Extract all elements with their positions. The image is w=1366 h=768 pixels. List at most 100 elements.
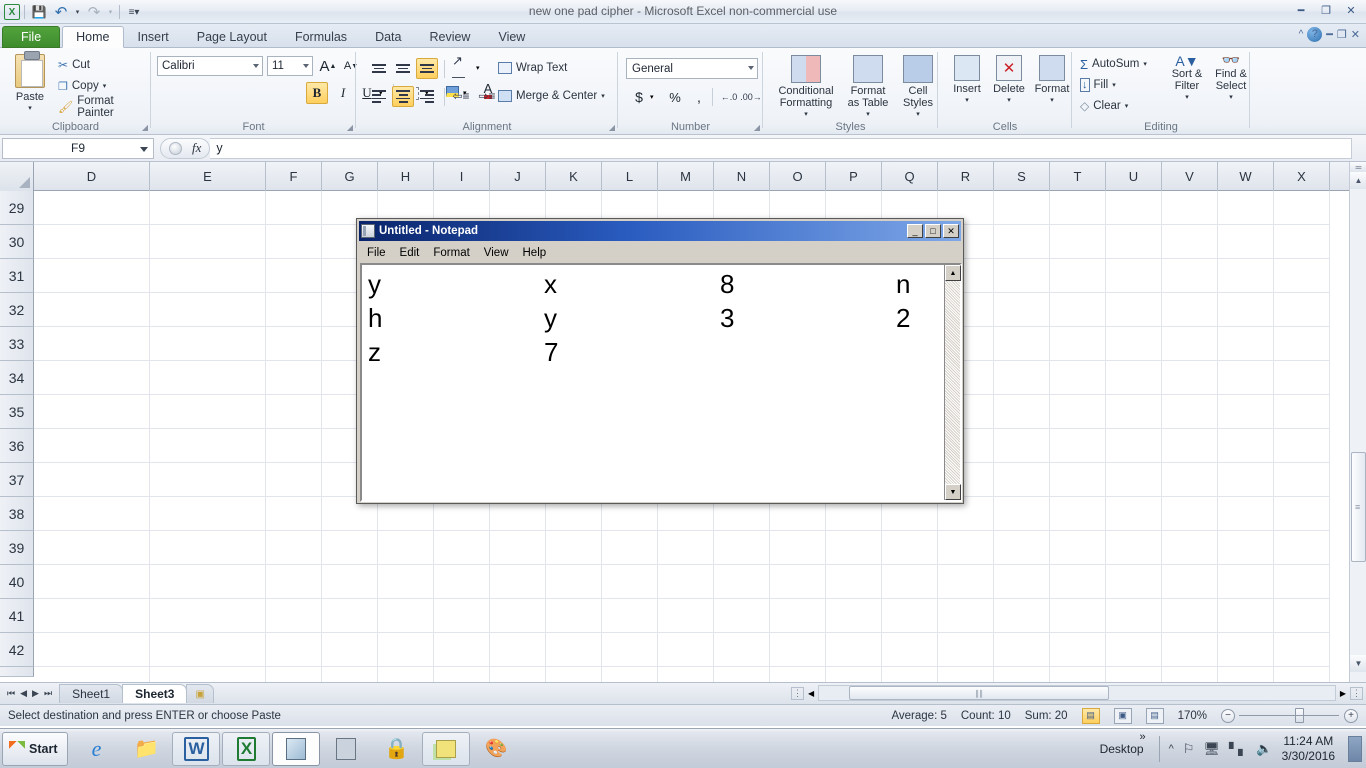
autosum-dropdown-icon[interactable]: ▾ — [1143, 60, 1147, 68]
notepad-menu-format[interactable]: Format — [426, 246, 476, 260]
grid-cell[interactable] — [882, 565, 938, 599]
grid-cell[interactable] — [1106, 293, 1162, 327]
grid-cell[interactable] — [1106, 667, 1162, 682]
grid-cell[interactable] — [1218, 361, 1274, 395]
grid-cell[interactable] — [150, 259, 266, 293]
clipboard-dialog-launcher[interactable]: ◢ — [142, 123, 148, 132]
row-header-31[interactable]: 31 — [0, 259, 34, 293]
align-bottom-button[interactable] — [416, 58, 438, 79]
grid-cell[interactable] — [150, 531, 266, 565]
grid-cell[interactable] — [34, 361, 150, 395]
grid-cell[interactable] — [266, 191, 322, 225]
grid-cell[interactable] — [150, 191, 266, 225]
taskbar-sticky-notes[interactable] — [422, 731, 471, 766]
grid-cell[interactable] — [434, 599, 490, 633]
grid-cell[interactable] — [1218, 531, 1274, 565]
grid-cell[interactable] — [1218, 259, 1274, 293]
row-header-32[interactable]: 32 — [0, 293, 34, 327]
grid-cell[interactable] — [938, 531, 994, 565]
grid-cell[interactable] — [1162, 361, 1218, 395]
grid-cell[interactable] — [994, 395, 1050, 429]
number-dialog-launcher[interactable]: ◢ — [754, 123, 760, 132]
first-sheet-button[interactable]: ⏮ — [7, 688, 15, 699]
grid-cell[interactable] — [34, 667, 150, 682]
worksheet-horizontal-scrollbar[interactable]: ⋮ ◀ ∥∥ ▶ ⋮ — [791, 684, 1366, 702]
column-header-E[interactable]: E — [150, 162, 266, 191]
grid-cell[interactable] — [434, 565, 490, 599]
sheet-tab-sheet3[interactable]: Sheet3 — [122, 684, 188, 703]
grid-cell[interactable] — [994, 633, 1050, 667]
grid-cell[interactable] — [1106, 259, 1162, 293]
row-header-30[interactable]: 30 — [0, 225, 34, 259]
grid-cell[interactable] — [994, 191, 1050, 225]
row-header-38[interactable]: 38 — [0, 497, 34, 531]
insert-cells-dropdown-icon[interactable]: ▾ — [965, 95, 969, 107]
find-select-button[interactable]: 👓 Find & Select ▾ — [1209, 53, 1253, 104]
clock[interactable]: 11:24 AM 3/30/2016 — [1282, 734, 1335, 764]
grid-cell[interactable] — [378, 667, 434, 682]
tab-insert[interactable]: Insert — [124, 26, 183, 48]
tab-data[interactable]: Data — [361, 26, 415, 48]
grid-cell[interactable] — [1106, 531, 1162, 565]
font-size-input[interactable]: 11 — [267, 56, 313, 76]
grid-cell[interactable] — [150, 429, 266, 463]
vertical-scroll-thumb[interactable] — [1351, 452, 1366, 562]
tab-formulas[interactable]: Formulas — [281, 26, 361, 48]
grid-cell[interactable] — [994, 667, 1050, 682]
grid-cell[interactable] — [770, 633, 826, 667]
grid-cell[interactable] — [1218, 429, 1274, 463]
grid-cell[interactable] — [1162, 463, 1218, 497]
zoom-slider[interactable]: − + — [1221, 708, 1358, 723]
grid-cell[interactable] — [1274, 599, 1330, 633]
row-header-41[interactable]: 41 — [0, 599, 34, 633]
grid-cell[interactable] — [378, 599, 434, 633]
grid-cell[interactable] — [34, 531, 150, 565]
previous-sheet-button[interactable]: ◀ — [20, 688, 27, 699]
grid-cell[interactable] — [150, 293, 266, 327]
grid-cell[interactable] — [266, 565, 322, 599]
grid-cell[interactable] — [378, 633, 434, 667]
grid-cell[interactable] — [1218, 463, 1274, 497]
tab-review[interactable]: Review — [415, 26, 484, 48]
column-header-O[interactable]: O — [770, 162, 826, 191]
align-top-button[interactable] — [368, 58, 390, 79]
grid-cell[interactable] — [994, 531, 1050, 565]
row-header-29[interactable]: 29 — [0, 191, 34, 225]
grid-cell[interactable] — [150, 667, 266, 682]
merge-center-dropdown-icon[interactable]: ▾ — [601, 92, 605, 100]
desktop-toolbar-label[interactable]: Desktop — [1100, 731, 1146, 756]
grid-cell[interactable] — [1162, 395, 1218, 429]
row-header-37[interactable]: 37 — [0, 463, 34, 497]
grid-cell[interactable] — [150, 633, 266, 667]
grid-cell[interactable] — [882, 633, 938, 667]
grid-cell[interactable] — [882, 667, 938, 682]
grid-cell[interactable] — [266, 259, 322, 293]
column-header-W[interactable]: W — [1218, 162, 1274, 191]
grid-cell[interactable] — [938, 565, 994, 599]
percent-button[interactable]: % — [664, 86, 686, 108]
grid-cell[interactable] — [1162, 565, 1218, 599]
grid-cell[interactable] — [1218, 599, 1274, 633]
hscroll-split-handle[interactable]: ⋮ — [791, 686, 804, 700]
close-workbook-button[interactable]: ✕ — [1351, 28, 1360, 41]
grid-cell[interactable] — [378, 531, 434, 565]
row-header-35[interactable]: 35 — [0, 395, 34, 429]
grid-cell[interactable] — [490, 633, 546, 667]
minimize-workbook-button[interactable]: ━ — [1326, 28, 1333, 41]
grid-cell[interactable] — [490, 599, 546, 633]
grid-cell[interactable] — [1218, 565, 1274, 599]
grid-cell[interactable] — [1050, 259, 1106, 293]
grid-cell[interactable] — [1050, 531, 1106, 565]
start-button[interactable]: Start — [2, 731, 69, 766]
sheet-tab-sheet1[interactable]: Sheet1 — [59, 684, 124, 703]
find-select-dropdown-icon[interactable]: ▾ — [1229, 92, 1233, 104]
grid-cell[interactable] — [714, 599, 770, 633]
page-layout-view-button[interactable]: ▣ — [1113, 707, 1132, 724]
grid-cell[interactable] — [770, 531, 826, 565]
tab-view[interactable]: View — [484, 26, 539, 48]
conditional-formatting-button[interactable]: Conditional Formatting ▾ — [771, 55, 841, 121]
decrease-indent-button[interactable]: ⇦≡ — [450, 85, 472, 107]
grid-cell[interactable] — [1218, 293, 1274, 327]
grid-cell[interactable] — [34, 293, 150, 327]
format-as-table-dropdown-icon[interactable]: ▾ — [866, 109, 870, 121]
